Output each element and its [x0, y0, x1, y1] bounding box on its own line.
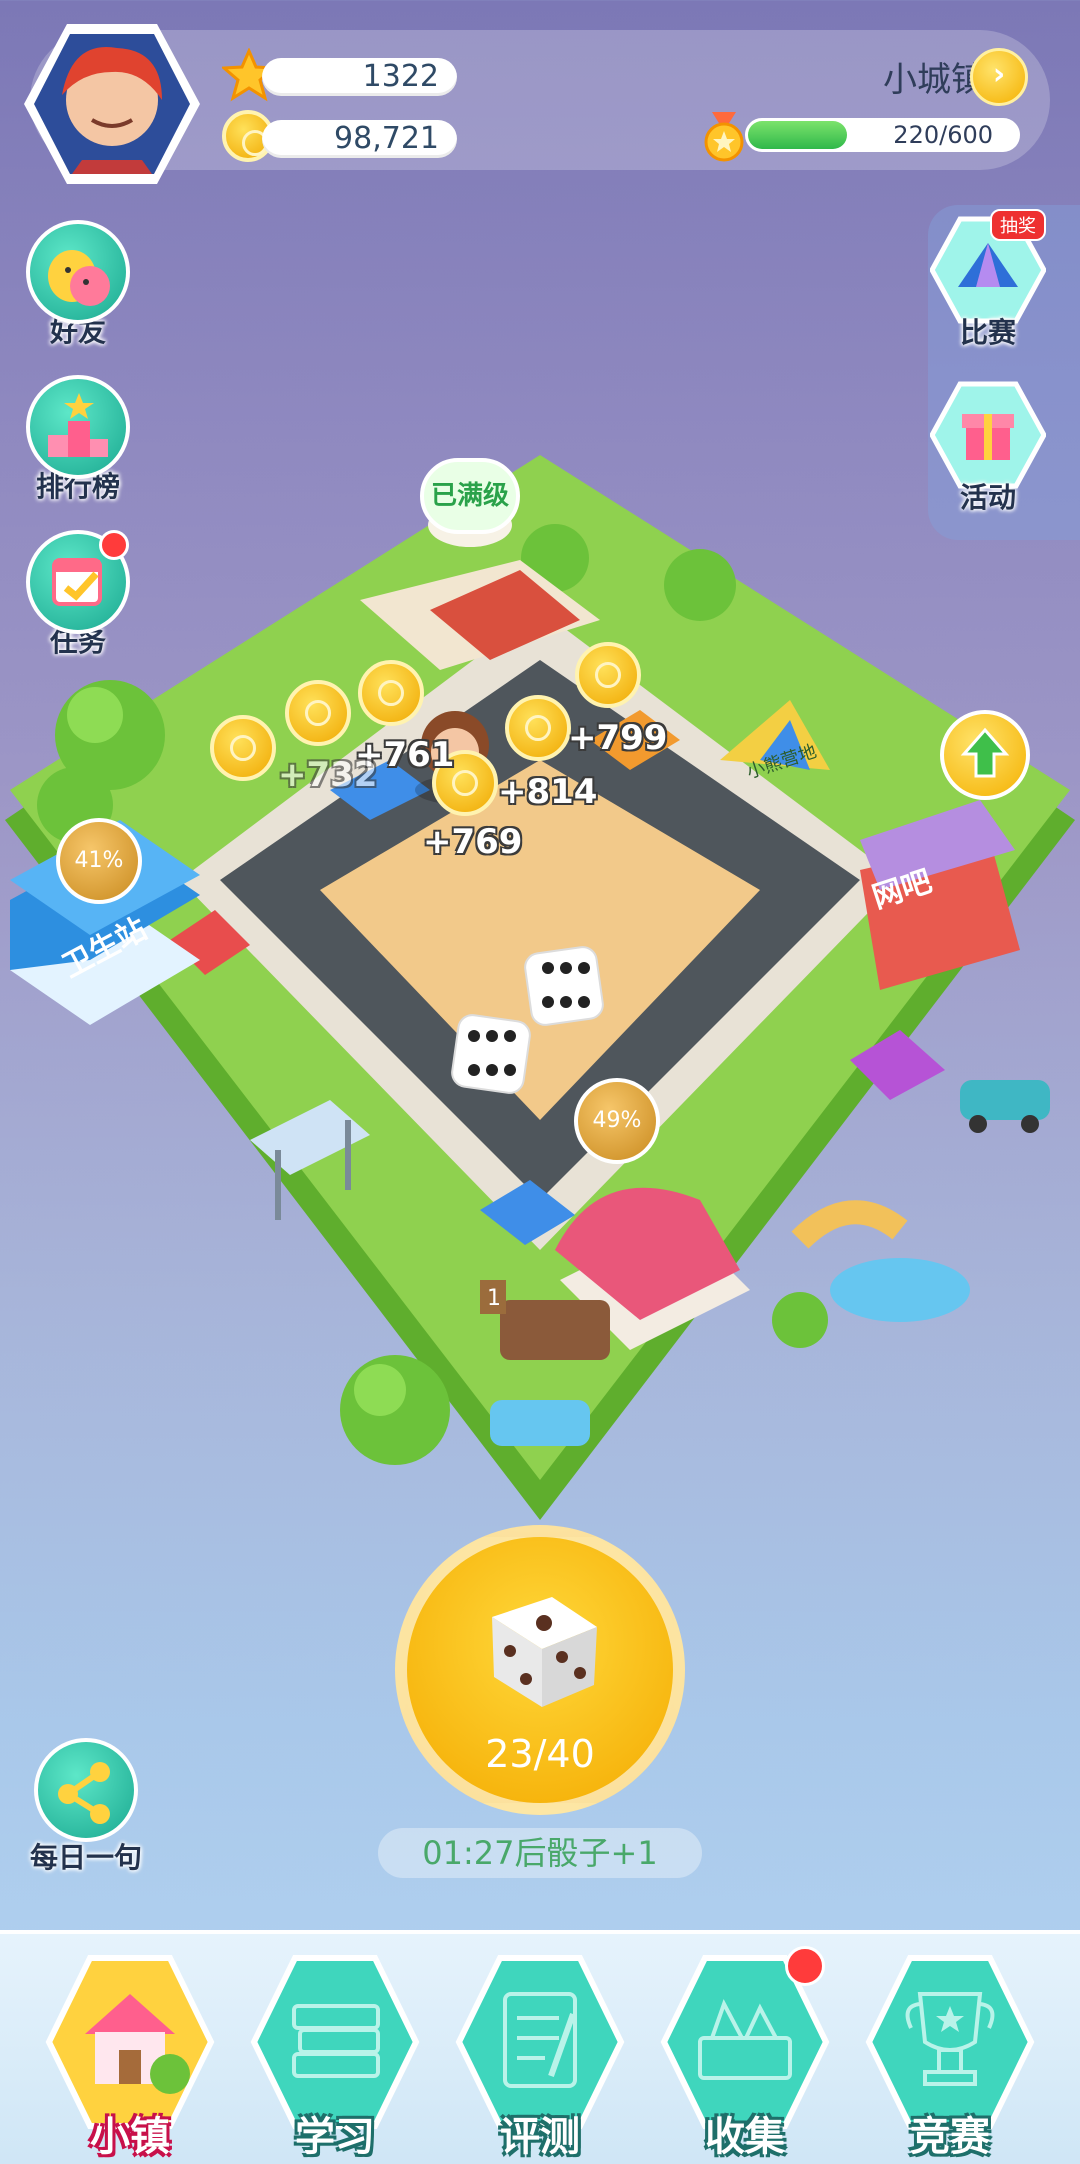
plot-number: 1	[487, 1286, 501, 1311]
dice-refill-timer: 01:27后骰子+1	[378, 1828, 702, 1878]
collect-notification-dot	[785, 1946, 825, 1986]
tab-compete-label: 竞赛	[910, 2114, 990, 2160]
tab-collect[interactable]: 收集	[655, 1946, 835, 2160]
level-progress-bar: 220/600	[745, 118, 1020, 152]
daily-quote-label: 每日一句	[29, 1841, 142, 1874]
tab-compete[interactable]: 竞赛	[860, 1954, 1040, 2160]
contest-label: 比赛	[959, 316, 1016, 349]
tab-town[interactable]: 小镇	[40, 1954, 220, 2160]
coin-icon	[210, 715, 276, 781]
friends-button[interactable]: 好友	[23, 220, 133, 350]
stars-count: 1322	[262, 58, 457, 96]
dice-count: 23/40	[485, 1732, 595, 1776]
lottery-badge: 抽奖	[990, 209, 1046, 241]
tab-study-label: 学习	[295, 2114, 375, 2160]
farm-progress-bubble[interactable]: 49%	[574, 1078, 660, 1164]
chicks-icon	[26, 220, 130, 324]
coin-gain-label: +814	[498, 772, 598, 812]
max-level-badge: 已满级	[420, 458, 520, 534]
car	[960, 1080, 1050, 1133]
coin-gain-label: +799	[568, 718, 668, 758]
medal-icon	[704, 112, 744, 162]
tab-study[interactable]: 学习	[245, 1954, 425, 2160]
coins-count: 98,721	[262, 120, 457, 158]
tab-town-label: 小镇	[90, 2114, 170, 2160]
coin-icon	[358, 660, 424, 726]
level-progress-text: 220/600	[893, 121, 993, 149]
bottom-nav: 小镇 学习 评测 收集 竞赛	[0, 1930, 1080, 2164]
upgrade-button[interactable]	[940, 710, 1030, 800]
coin-icon	[285, 680, 351, 746]
arrow-up-icon	[960, 727, 1010, 778]
bridge	[791, 1200, 908, 1249]
roll-dice-button[interactable]: 23/40	[395, 1525, 685, 1815]
tab-test[interactable]: 评测	[450, 1954, 630, 2160]
share-icon	[34, 1738, 138, 1842]
town-next-button[interactable]: ›	[970, 48, 1028, 106]
dice-icon	[492, 1597, 597, 1707]
coin-icon	[575, 642, 641, 708]
player-avatar[interactable]	[22, 20, 202, 188]
tab-test-label: 评测	[500, 2114, 580, 2160]
coin-icon	[505, 695, 571, 761]
clinic-progress-bubble[interactable]: 41%	[56, 818, 142, 904]
level-progress-fill	[748, 121, 847, 149]
contest-button[interactable]: 抽奖 比赛	[928, 209, 1048, 351]
coin-gain-label: +769	[423, 822, 523, 862]
daily-quote-button[interactable]: 每日一句	[26, 1738, 146, 1876]
game-board[interactable]: 卫生站 网吧 小熊营地 1	[0, 440, 1080, 1580]
coin-gain-label: +732	[278, 755, 378, 795]
tab-collect-label: 收集	[705, 2114, 785, 2160]
